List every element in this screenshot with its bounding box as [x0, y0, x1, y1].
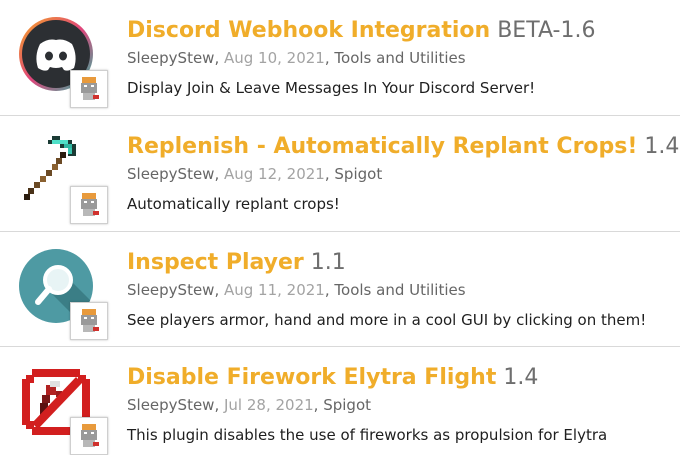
- resource-title-line: Discord Webhook Integration BETA-1.6: [127, 17, 595, 45]
- category-link[interactable]: Spigot: [334, 165, 382, 183]
- resource-title-link[interactable]: Replenish - Automatically Replant Crops!: [127, 134, 637, 159]
- category-link[interactable]: Spigot: [323, 396, 371, 414]
- resource-icon-wrap: [18, 248, 108, 340]
- author-avatar[interactable]: [70, 70, 108, 108]
- resource-date: Aug 11, 2021: [224, 281, 325, 299]
- meta-separator: ,: [214, 49, 224, 67]
- resource-title-line: Replenish - Automatically Replant Crops!…: [127, 133, 679, 161]
- meta-separator: ,: [324, 281, 335, 299]
- meta-separator: ,: [324, 165, 335, 183]
- author-avatar-icon: [81, 193, 99, 216]
- resource-description: See players armor, hand and more in a co…: [127, 311, 647, 329]
- resource-item[interactable]: Replenish - Automatically Replant Crops!…: [0, 116, 680, 230]
- resource-date: Jul 28, 2021: [224, 396, 314, 414]
- author-link[interactable]: SleepyStew: [127, 281, 214, 299]
- resource-item[interactable]: Disable Firework Elytra Flight 1.4 Sleep…: [0, 347, 680, 455]
- resource-description: Automatically replant crops!: [127, 195, 340, 213]
- meta-separator: ,: [324, 49, 335, 67]
- resource-title-line: Disable Firework Elytra Flight 1.4: [127, 364, 538, 392]
- resource-title-link[interactable]: Discord Webhook Integration: [127, 18, 490, 43]
- resource-title-line: Inspect Player 1.1: [127, 249, 346, 277]
- meta-separator: ,: [214, 281, 224, 299]
- author-link[interactable]: SleepyStew: [127, 49, 214, 67]
- resource-icon-wrap: [18, 132, 108, 224]
- resource-title-link[interactable]: Disable Firework Elytra Flight: [127, 365, 496, 390]
- resource-description: This plugin disables the use of firework…: [127, 426, 608, 444]
- resource-title-link[interactable]: Inspect Player: [127, 250, 304, 275]
- resource-icon-wrap: [18, 363, 108, 455]
- author-avatar[interactable]: [70, 186, 108, 224]
- resource-date: Aug 12, 2021: [224, 165, 325, 183]
- resource-item[interactable]: Inspect Player 1.1 SleepyStew, Aug 11, 2…: [0, 232, 680, 346]
- author-link[interactable]: SleepyStew: [127, 396, 214, 414]
- resource-list: Discord Webhook Integration BETA-1.6 Sle…: [0, 0, 680, 455]
- meta-separator: ,: [313, 396, 324, 414]
- author-avatar[interactable]: [70, 417, 108, 455]
- meta-separator: ,: [214, 165, 224, 183]
- author-avatar-icon: [81, 309, 99, 332]
- category-link[interactable]: Tools and Utilities: [334, 281, 465, 299]
- resource-meta: SleepyStew, Jul 28, 2021, Spigot: [127, 395, 371, 415]
- author-avatar[interactable]: [70, 302, 108, 340]
- resource-item[interactable]: Discord Webhook Integration BETA-1.6 Sle…: [0, 0, 680, 114]
- meta-separator: ,: [214, 396, 224, 414]
- resource-meta: SleepyStew, Aug 11, 2021, Tools and Util…: [127, 280, 466, 300]
- resource-version: 1.4: [503, 365, 539, 390]
- resource-version: 1.4: [644, 134, 680, 159]
- resource-version: BETA-1.6: [497, 18, 596, 43]
- author-avatar-icon: [81, 77, 99, 100]
- resource-icon-wrap: [18, 16, 108, 108]
- resource-date: Aug 10, 2021: [224, 49, 325, 67]
- category-link[interactable]: Tools and Utilities: [334, 49, 465, 67]
- resource-meta: SleepyStew, Aug 12, 2021, Spigot: [127, 164, 382, 184]
- resource-description: Display Join & Leave Messages In Your Di…: [127, 79, 536, 97]
- author-avatar-icon: [81, 424, 99, 447]
- resource-version: 1.1: [310, 250, 346, 275]
- author-link[interactable]: SleepyStew: [127, 165, 214, 183]
- resource-meta: SleepyStew, Aug 10, 2021, Tools and Util…: [127, 48, 466, 68]
